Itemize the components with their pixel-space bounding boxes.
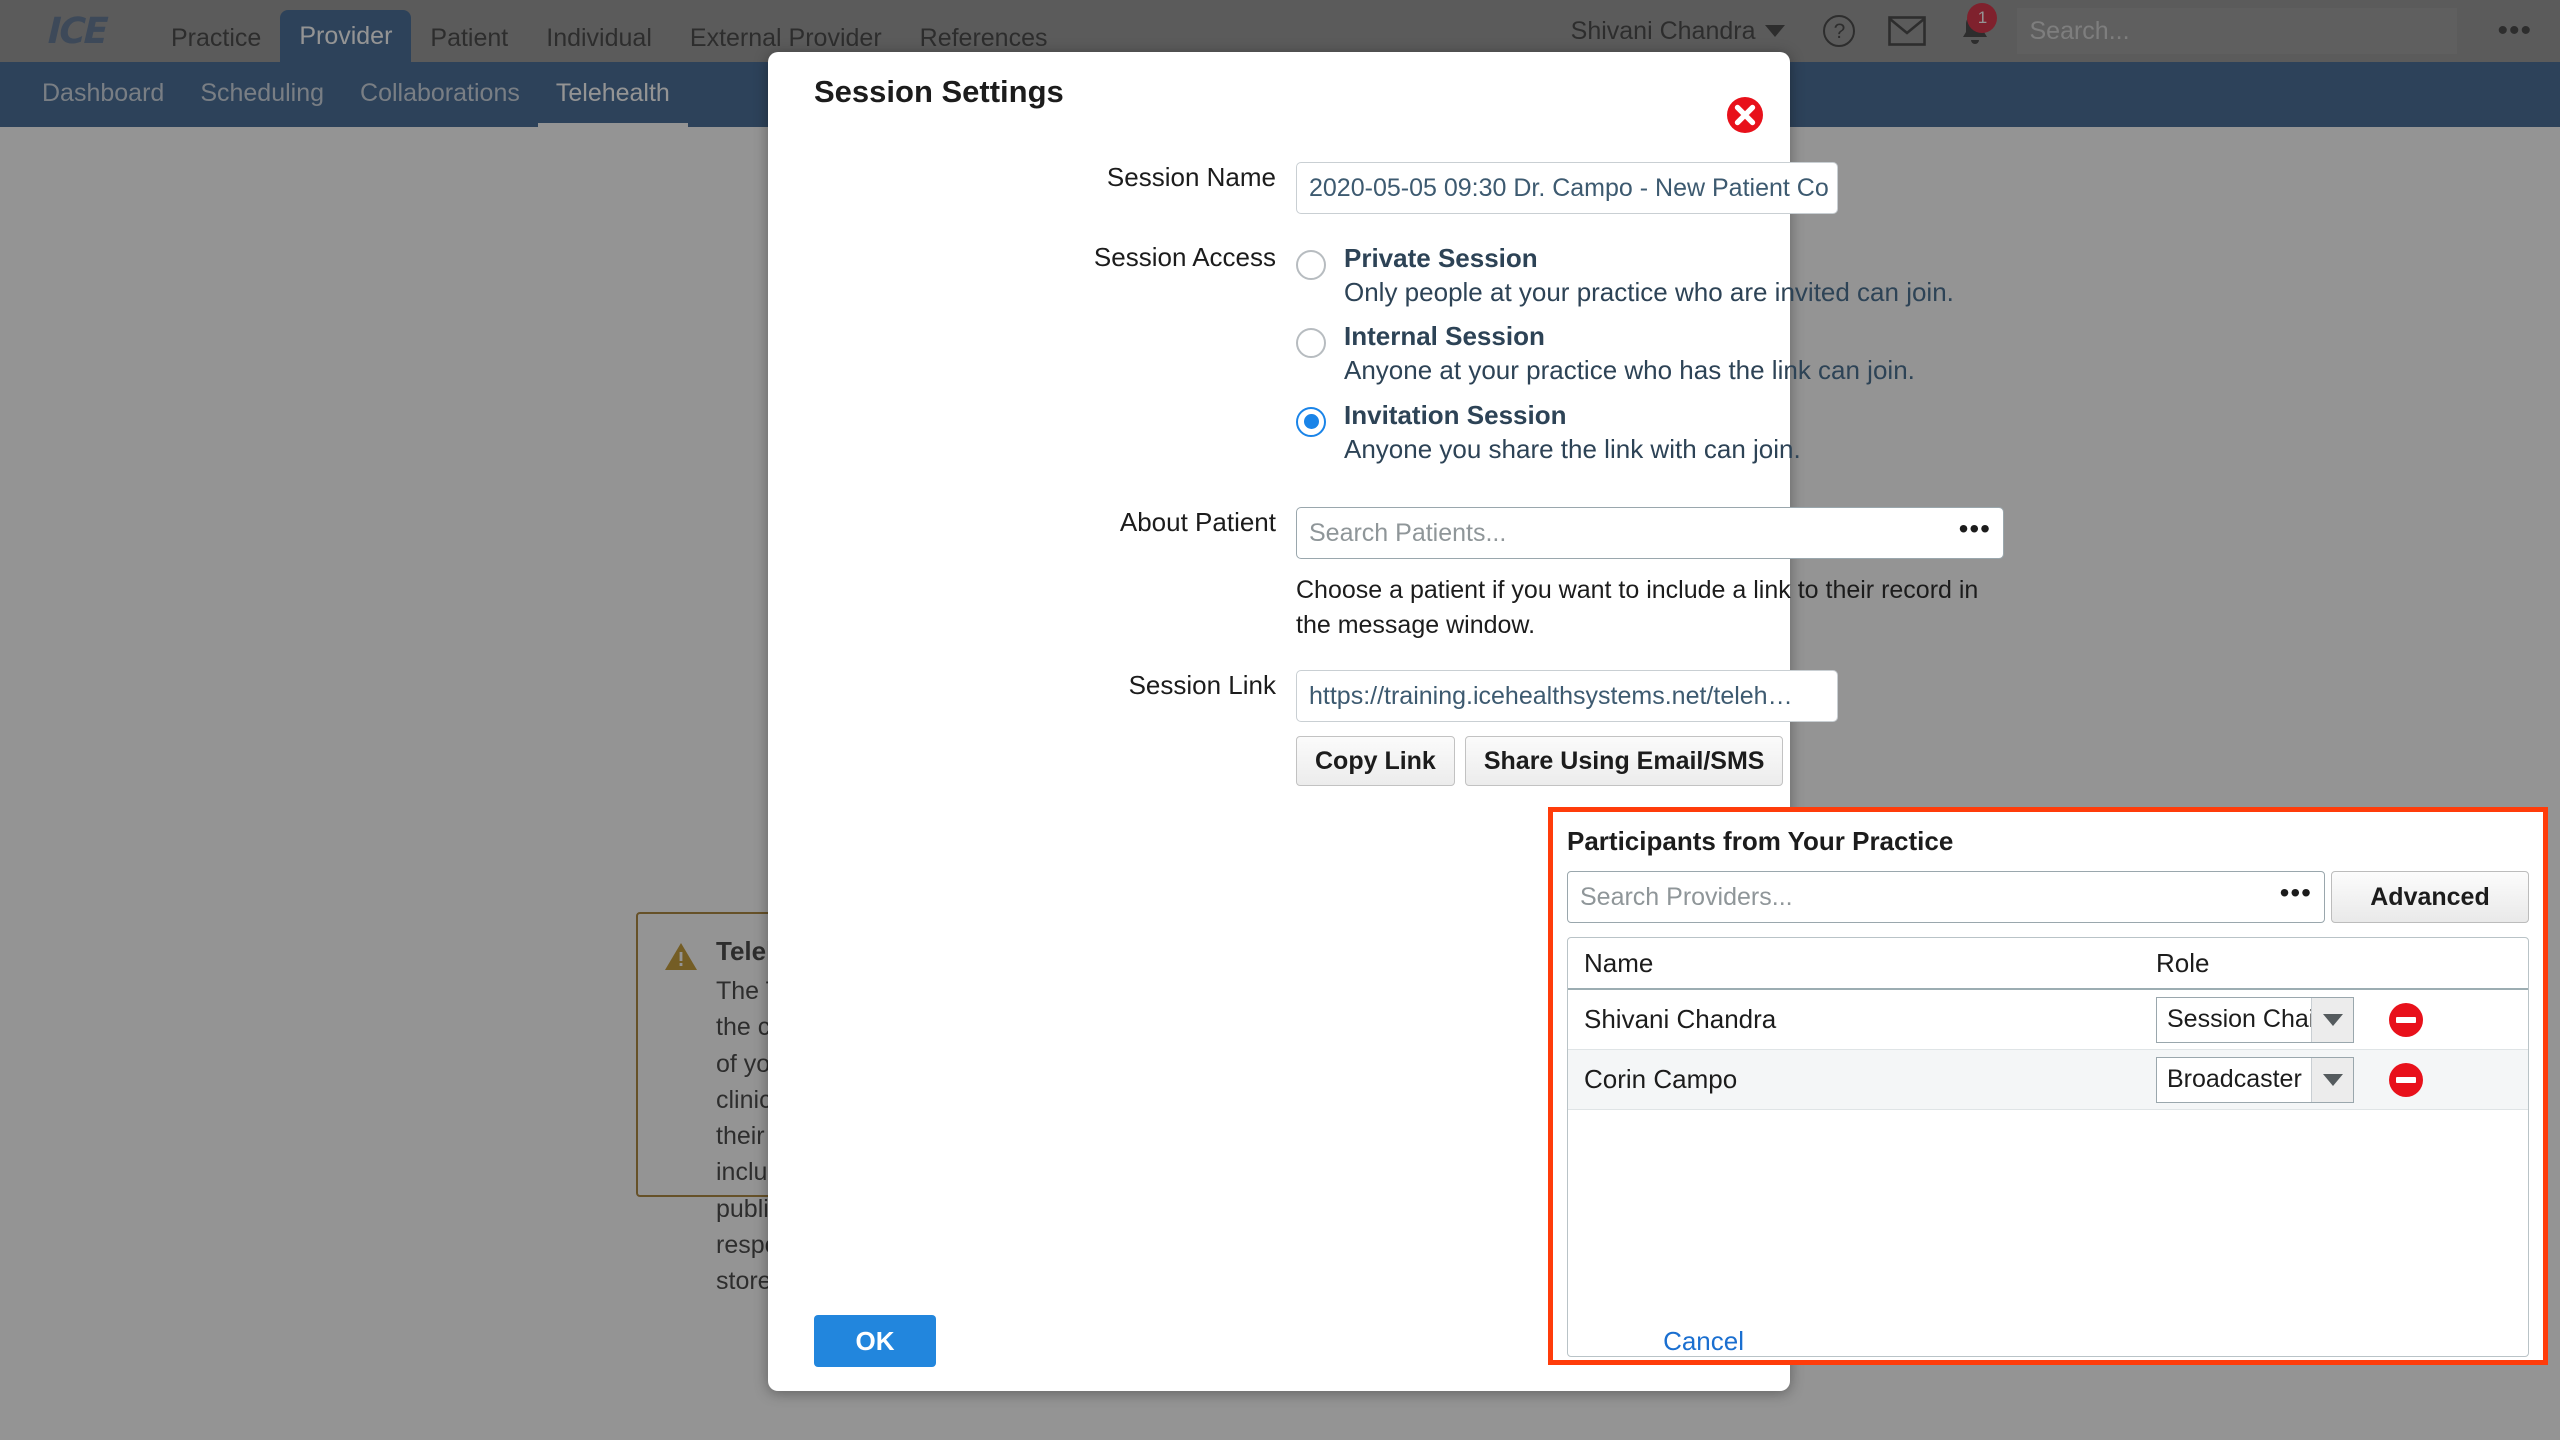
session-settings-dialog: Session Settings Session Name 2020-05-05…: [768, 52, 2548, 1391]
session-access-options: Private Session Only people at your prac…: [1296, 243, 1954, 479]
about-patient-row: About Patient Search Patients... ••• Cho…: [768, 507, 2004, 642]
about-patient-help-text: Choose a patient if you want to include …: [1296, 576, 1979, 639]
role-dropdown[interactable]: Broadcaster: [2156, 1056, 2354, 1103]
remove-participant-button[interactable]: [2386, 1060, 2426, 1100]
participant-name: Corin Campo: [1584, 1064, 1738, 1094]
remove-circle-icon: [2389, 1062, 2423, 1097]
copy-link-button[interactable]: Copy Link: [1296, 736, 1455, 787]
radio-internal-session-mark[interactable]: [1296, 328, 1326, 359]
about-patient-more-icon[interactable]: •••: [1959, 514, 1991, 543]
cancel-button[interactable]: Cancel: [1663, 1326, 1744, 1357]
about-patient-label: About Patient: [1119, 507, 1276, 538]
radio-invitation-session-text: Invitation Session Anyone you share the …: [1344, 399, 1801, 465]
session-link-label: Session Link: [1128, 670, 1276, 701]
radio-invitation-session-desc: Anyone you share the link with can join.: [1344, 433, 1801, 464]
radio-private-session[interactable]: Private Session Only people at your prac…: [1296, 243, 1954, 308]
about-patient-field: Search Patients... ••• Choose a patient …: [1296, 507, 2004, 642]
radio-internal-session-desc: Anyone at your practice who has the link…: [1344, 355, 1915, 386]
close-icon[interactable]: [1726, 96, 1764, 134]
advanced-button[interactable]: Advanced: [2331, 871, 2529, 923]
column-header-role: Role: [2156, 947, 2210, 978]
participants-search-row: Search Providers... ••• Advanced: [1567, 871, 2529, 923]
search-providers-more-icon[interactable]: •••: [2280, 878, 2312, 907]
session-name-input[interactable]: 2020-05-05 09:30 Dr. Campo - New Patient…: [1296, 162, 1838, 214]
about-patient-placeholder: Search Patients...: [1309, 518, 1507, 547]
session-name-row: Session Name 2020-05-05 09:30 Dr. Campo …: [768, 162, 1838, 214]
role-dropdown-value: Session Chair: [2167, 1005, 2311, 1033]
session-link-input[interactable]: https://training.icehealthsystems.net/te…: [1296, 670, 1838, 723]
session-access-label: Session Access: [1093, 242, 1276, 272]
participants-table: Name Role Shivani Chandra Session Chair: [1567, 937, 2529, 1357]
remove-participant-button[interactable]: [2386, 1000, 2426, 1040]
share-using-email-sms-button[interactable]: Share Using Email/SMS: [1464, 736, 1784, 787]
search-providers-input[interactable]: Search Providers... •••: [1567, 871, 2325, 923]
participants-panel-title: Participants from Your Practice: [1567, 826, 1954, 856]
radio-invitation-session[interactable]: Invitation Session Anyone you share the …: [1296, 399, 1954, 465]
radio-private-session-text: Private Session Only people at your prac…: [1344, 243, 1954, 308]
participant-name: Shivani Chandra: [1584, 1004, 1777, 1034]
session-link-field: https://training.icehealthsystems.net/te…: [1296, 670, 1838, 787]
session-name-field: 2020-05-05 09:30 Dr. Campo - New Patient…: [1296, 162, 1838, 214]
chevron-down-icon-glyph: [2322, 1013, 2343, 1026]
session-access-row: Session Access Private Session Only peop…: [768, 242, 1954, 479]
session-link-row: Session Link https://training.icehealths…: [768, 670, 1838, 787]
participants-table-header: Name Role: [1568, 938, 2528, 990]
chevron-down-icon-glyph: [2322, 1073, 2343, 1086]
session-link-actions: Copy Link Share Using Email/SMS: [1296, 736, 1838, 787]
chevron-down-icon[interactable]: [2311, 1057, 2353, 1102]
dialog-footer: OK Cancel: [768, 1313, 1790, 1369]
ok-button[interactable]: OK: [814, 1315, 936, 1367]
session-name-label: Session Name: [1106, 162, 1276, 192]
search-providers-placeholder: Search Providers...: [1580, 882, 1793, 911]
radio-private-session-mark[interactable]: [1296, 250, 1326, 280]
table-row: Shivani Chandra Session Chair: [1568, 990, 2528, 1050]
radio-internal-session-title: Internal Session: [1344, 321, 1545, 352]
dialog-body: Session Name 2020-05-05 09:30 Dr. Campo …: [768, 162, 2004, 787]
remove-circle-icon: [2389, 1002, 2423, 1037]
participant-role-cell: Session Chair: [2156, 996, 2520, 1043]
dialog-title: Session Settings: [814, 74, 1064, 109]
radio-invitation-session-title: Invitation Session: [1344, 399, 1567, 430]
close-icon-svg: [1727, 97, 1763, 133]
radio-internal-session[interactable]: Internal Session Anyone at your practice…: [1296, 321, 1954, 386]
participants-panel: Participants from Your Practice Search P…: [1548, 807, 2548, 1365]
radio-internal-session-text: Internal Session Anyone at your practice…: [1344, 321, 1915, 386]
role-dropdown-value: Broadcaster: [2167, 1065, 2302, 1093]
participant-role-cell: Broadcaster: [2156, 1056, 2520, 1103]
radio-invitation-session-mark[interactable]: [1296, 406, 1326, 437]
table-row: Corin Campo Broadcaster: [1568, 1050, 2528, 1110]
radio-private-session-title: Private Session: [1344, 243, 1538, 273]
chevron-down-icon[interactable]: [2311, 997, 2353, 1042]
radio-private-session-desc: Only people at your practice who are inv…: [1344, 276, 1954, 307]
about-patient-input[interactable]: Search Patients... •••: [1296, 507, 2004, 560]
column-header-name: Name: [1584, 947, 1654, 978]
role-dropdown[interactable]: Session Chair: [2156, 996, 2354, 1043]
